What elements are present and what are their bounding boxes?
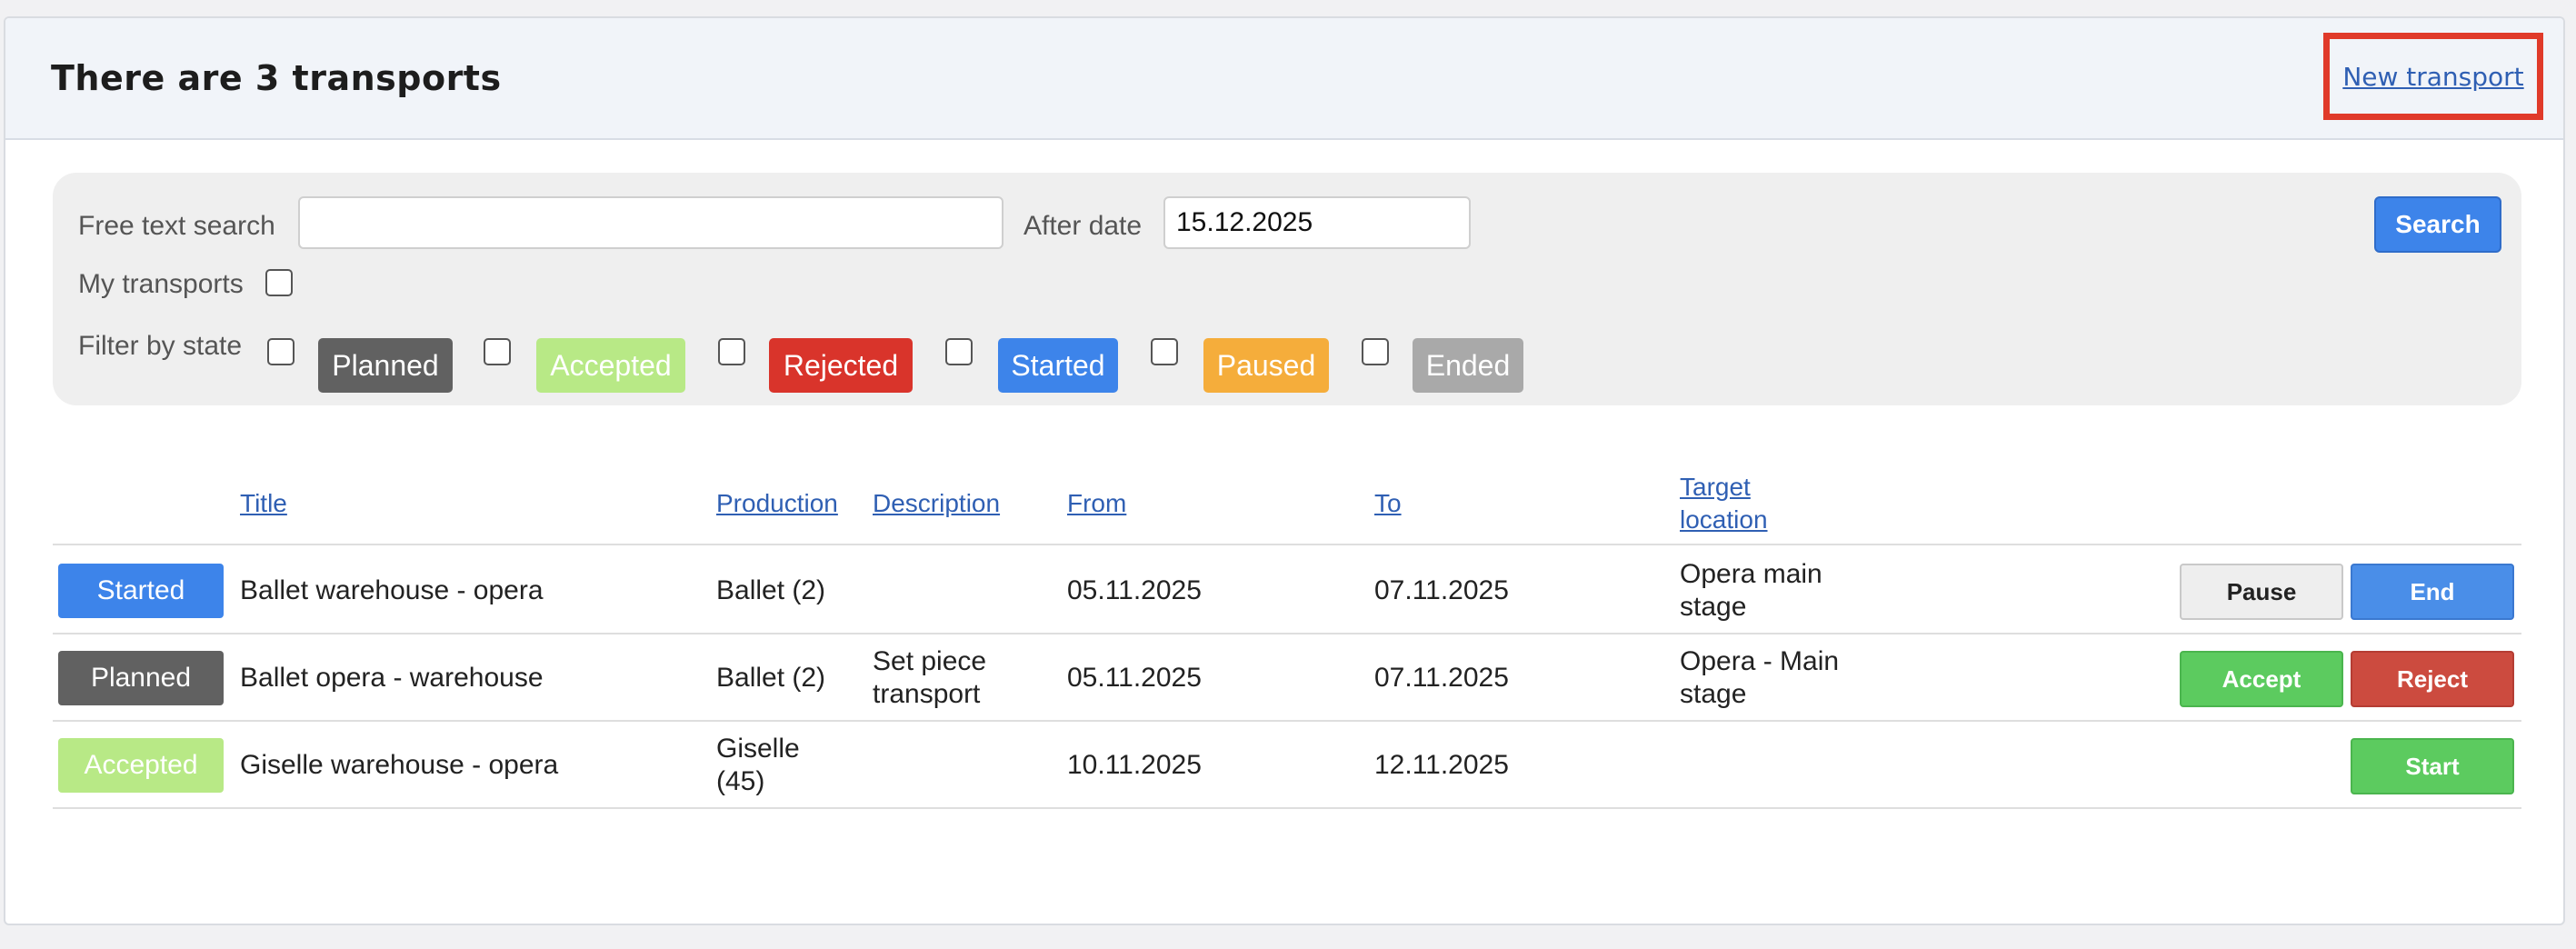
row-from: 05.11.2025 (1067, 575, 1202, 605)
row-divider (53, 633, 2521, 634)
new-transport-link[interactable]: New transport (2342, 62, 2523, 92)
state-badge-started: Started (998, 338, 1118, 393)
row-to: 07.11.2025 (1374, 575, 1509, 605)
my-transports-label: My transports (78, 269, 244, 299)
row-state-badge: Started (58, 564, 224, 618)
row-target-location: Opera - Main stage (1680, 646, 1840, 709)
header-divider (53, 544, 2521, 545)
row-production: Giselle (45) (716, 734, 800, 796)
state-badge-rejected: Rejected (769, 338, 913, 393)
row-to: 12.11.2025 (1374, 750, 1509, 780)
state-checkbox-paused[interactable] (1151, 338, 1178, 365)
state-checkbox-rejected[interactable] (718, 338, 745, 365)
state-checkbox-accepted[interactable] (484, 338, 511, 365)
state-badge-ended: Ended (1413, 338, 1523, 393)
row-title: Ballet opera - warehouse (240, 663, 544, 693)
column-header-from[interactable]: From (1067, 487, 1126, 520)
row-divider (53, 807, 2521, 809)
row-title: Ballet warehouse - opera (240, 575, 544, 605)
state-badge-paused: Paused (1203, 338, 1329, 393)
my-transports-checkbox[interactable] (265, 269, 293, 296)
row-description: Set piece transport (873, 646, 987, 709)
filter-by-state-label: Filter by state (78, 331, 243, 361)
page-title: There are 3 transports (51, 58, 502, 98)
after-date-label: After date (1023, 211, 1143, 241)
pause-button[interactable]: Pause (2180, 564, 2343, 620)
row-to: 07.11.2025 (1374, 663, 1509, 693)
row-divider (53, 720, 2521, 722)
row-production: Ballet (2) (716, 575, 826, 605)
column-header-production[interactable]: Production (716, 487, 838, 520)
column-header-description[interactable]: Description (873, 487, 1000, 520)
free-text-search-input[interactable] (298, 196, 1003, 249)
filter-panel: Free text search After date Search My tr… (53, 173, 2521, 405)
transports-panel: There are 3 transports New transport Fre… (4, 16, 2565, 925)
state-checkbox-started[interactable] (945, 338, 973, 365)
state-checkbox-planned[interactable] (267, 338, 295, 365)
end-button[interactable]: End (2351, 564, 2514, 620)
new-transport-highlight: New transport (2323, 33, 2543, 120)
row-state-badge: Planned (58, 651, 224, 705)
row-production: Ballet (2) (716, 663, 826, 693)
free-text-search-label: Free text search (78, 211, 275, 241)
row-from: 05.11.2025 (1067, 663, 1202, 693)
after-date-input[interactable] (1163, 196, 1471, 249)
reject-button[interactable]: Reject (2351, 651, 2514, 707)
accept-button[interactable]: Accept (2180, 651, 2343, 707)
column-header-to[interactable]: To (1374, 487, 1402, 520)
row-from: 10.11.2025 (1067, 750, 1202, 780)
column-header-target-location[interactable]: Target location (1680, 471, 1816, 536)
panel-header: There are 3 transports New transport (5, 18, 2563, 140)
state-badge-planned: Planned (318, 338, 453, 393)
state-checkbox-ended[interactable] (1362, 338, 1389, 365)
start-button[interactable]: Start (2351, 738, 2514, 794)
column-header-title[interactable]: Title (240, 487, 287, 520)
search-button[interactable]: Search (2374, 196, 2501, 253)
row-target-location: Opera main stage (1680, 559, 1822, 622)
row-state-badge: Accepted (58, 738, 224, 793)
row-title: Giselle warehouse - opera (240, 750, 559, 780)
state-badge-accepted: Accepted (536, 338, 685, 393)
